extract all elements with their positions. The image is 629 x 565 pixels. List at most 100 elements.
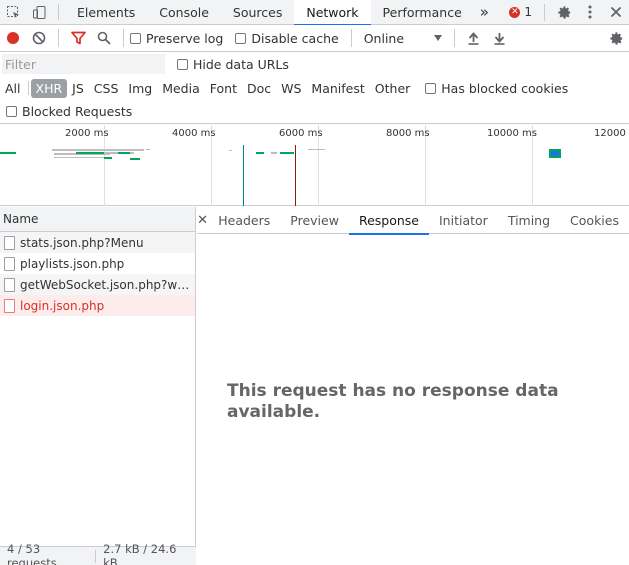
filter-input[interactable] [2,54,165,74]
preserve-log-box[interactable] [130,32,141,44]
error-count: 1 [524,5,532,19]
type-filter-css[interactable]: CSS [89,79,124,98]
blocked-requests-box[interactable] [6,106,17,117]
timeline-bar [52,149,144,151]
inspect-element-icon[interactable] [0,0,26,25]
type-filter-media[interactable]: Media [157,79,205,98]
network-status-bar: 4 / 53 requests 2.7 kB / 24.6 kB [0,542,196,565]
type-filter-other[interactable]: Other [370,79,416,98]
timeline-bar [118,152,130,154]
request-row[interactable]: getWebSocket.json.php?webSocketSelfURI [0,274,195,295]
tab-timing[interactable]: Timing [498,207,560,234]
document-icon [4,256,15,271]
network-settings-icon[interactable] [603,26,629,51]
request-row[interactable]: playlists.json.php [0,253,195,274]
preserve-log-label: Preserve log [146,30,224,46]
clear-icon[interactable] [26,26,52,51]
throttling-select[interactable]: Online [364,31,442,46]
tab-network[interactable]: Network [294,0,371,26]
hide-data-urls-label: Hide data URLs [193,56,289,72]
timeline-bar [308,149,325,150]
blocked-requests-checkbox[interactable]: Blocked Requests [6,104,132,119]
preserve-log-checkbox[interactable]: Preserve log [130,31,223,46]
timeline-tick-label: 4000 ms [172,128,216,139]
more-tabs-button[interactable]: » [474,0,495,25]
timeline-tick-label: 10000 ms [487,128,537,139]
device-toolbar-icon[interactable] [26,0,52,25]
hide-data-urls-box[interactable] [177,58,188,70]
resource-type-filters: All XHR JS CSS Img Media Font Doc WS Man… [0,76,629,100]
document-icon [4,277,15,292]
devtools-tab-bar: Elements Console Sources Network Perform… [0,0,629,26]
timeline-bar [271,152,277,154]
type-filter-font[interactable]: Font [205,79,242,98]
type-divider [27,81,29,95]
network-toolbar: Preserve log Disable cache Online [0,25,629,52]
tab-preview[interactable]: Preview [280,207,349,234]
disable-cache-checkbox[interactable]: Disable cache [235,30,339,46]
filter-icon[interactable] [65,26,91,51]
document-icon [4,298,15,313]
toolbar-divider [123,29,124,47]
hide-data-urls-checkbox[interactable]: Hide data URLs [177,57,289,72]
timeline-tick-label: 8000 ms [386,128,430,139]
name-column-label: Name [3,212,39,226]
record-icon[interactable] [0,26,26,51]
throttling-value: Online [363,30,405,46]
name-column-header[interactable]: Name [0,207,195,232]
tab-cookies[interactable]: Cookies [560,207,629,234]
request-name: playlists.json.php [20,256,125,271]
tab-response[interactable]: Response [348,207,430,235]
timeline-tick-label: 6000 ms [279,128,323,139]
has-blocked-cookies-box[interactable] [425,82,437,94]
timeline-tick-label: 2000 ms [65,128,109,139]
right-divider [544,3,545,21]
timeline-bar [104,157,112,159]
has-blocked-cookies-label: Has blocked cookies [441,80,569,96]
network-overview-timeline[interactable]: 2000 ms 4000 ms 6000 ms 8000 ms 10000 ms… [0,125,629,206]
timeline-bar [0,152,16,154]
timeline-bar [146,149,150,150]
tab-initiator[interactable]: Initiator [429,207,498,234]
tab-sources[interactable]: Sources [221,0,294,25]
request-count: 4 / 53 requests [7,542,57,565]
request-list-panel: Name stats.json.php?Menu playlists.json.… [0,207,196,565]
disable-cache-label: Disable cache [251,30,339,46]
error-count-badge[interactable]: ✕ 1 [503,5,538,19]
type-filter-xhr[interactable]: XHR [30,78,68,98]
type-filter-doc[interactable]: Doc [242,79,276,98]
request-name: stats.json.php?Menu [20,235,144,250]
type-filter-manifest[interactable]: Manifest [306,79,369,98]
toolbar-divider [453,29,455,47]
blocked-requests-label: Blocked Requests [22,104,133,119]
request-name: getWebSocket.json.php?webSocketSelfURI [20,277,190,292]
kebab-menu-icon[interactable] [577,0,603,25]
error-icon: ✕ [509,6,521,18]
transfer-size: 2.7 kB / 24.6 kB [103,542,177,565]
timeline-bar [280,152,294,154]
search-icon[interactable] [91,26,117,51]
import-har-icon[interactable] [461,26,487,51]
close-icon[interactable] [603,0,629,25]
gear-icon[interactable] [551,0,577,25]
request-row[interactable]: stats.json.php?Menu [0,232,195,253]
tab-console[interactable]: Console [147,0,221,25]
type-filter-img[interactable]: Img [123,79,157,98]
request-row-selected-error[interactable]: login.json.php [0,295,195,316]
toolbar-divider [58,29,59,47]
has-blocked-cookies-checkbox[interactable]: Has blocked cookies [425,81,568,96]
disable-cache-box[interactable] [235,32,247,44]
export-har-icon[interactable] [487,26,513,51]
type-filter-ws[interactable]: WS [276,79,306,98]
timeline-bar [229,150,232,151]
tab-performance[interactable]: Performance [371,0,474,25]
chevron-down-icon [433,35,442,41]
timeline-tick-label: 12000 [594,128,626,139]
tab-headers[interactable]: Headers [208,207,280,234]
close-details-icon[interactable]: ✕ [197,213,208,228]
type-filter-js[interactable]: JS [67,79,89,98]
type-filter-all[interactable]: All [0,79,26,98]
request-name: login.json.php [20,298,105,313]
request-details-panel: ✕ Headers Preview Response Initiator Tim… [197,207,629,565]
tab-elements[interactable]: Elements [65,0,147,25]
